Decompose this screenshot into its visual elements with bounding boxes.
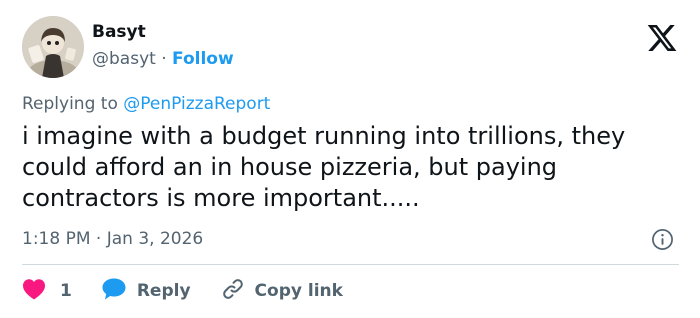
like-count: 1: [60, 281, 72, 301]
follow-button[interactable]: Follow: [172, 49, 234, 69]
author-handle-row: @basyt · Follow: [92, 48, 234, 70]
handle-separator: ·: [161, 49, 167, 69]
link-icon: [221, 277, 245, 306]
author-handle[interactable]: @basyt: [92, 49, 156, 69]
tweet-text: i imagine with a budget running into tri…: [22, 122, 626, 212]
action-bar: 1 Reply Copy link: [22, 277, 343, 305]
copy-link-label: Copy link: [254, 281, 343, 301]
heart-icon: [22, 278, 46, 305]
reply-context: Replying to @PenPizzaReport: [22, 93, 270, 115]
speech-bubble-icon: [101, 277, 127, 306]
replying-to-label: Replying to: [22, 94, 118, 114]
info-icon[interactable]: [651, 228, 674, 251]
tweet-timestamp[interactable]: 1:18 PM · Jan 3, 2026: [22, 228, 203, 250]
reply-label: Reply: [136, 281, 191, 301]
reply-button[interactable]: Reply: [101, 277, 191, 306]
x-logo-icon[interactable]: [646, 22, 678, 54]
copy-link-button[interactable]: Copy link: [221, 277, 343, 306]
like-button[interactable]: 1: [22, 278, 72, 305]
author-name[interactable]: Basyt: [92, 21, 146, 43]
divider: [22, 264, 679, 265]
avatar[interactable]: [22, 16, 84, 78]
reply-mention-link[interactable]: @PenPizzaReport: [123, 94, 270, 114]
